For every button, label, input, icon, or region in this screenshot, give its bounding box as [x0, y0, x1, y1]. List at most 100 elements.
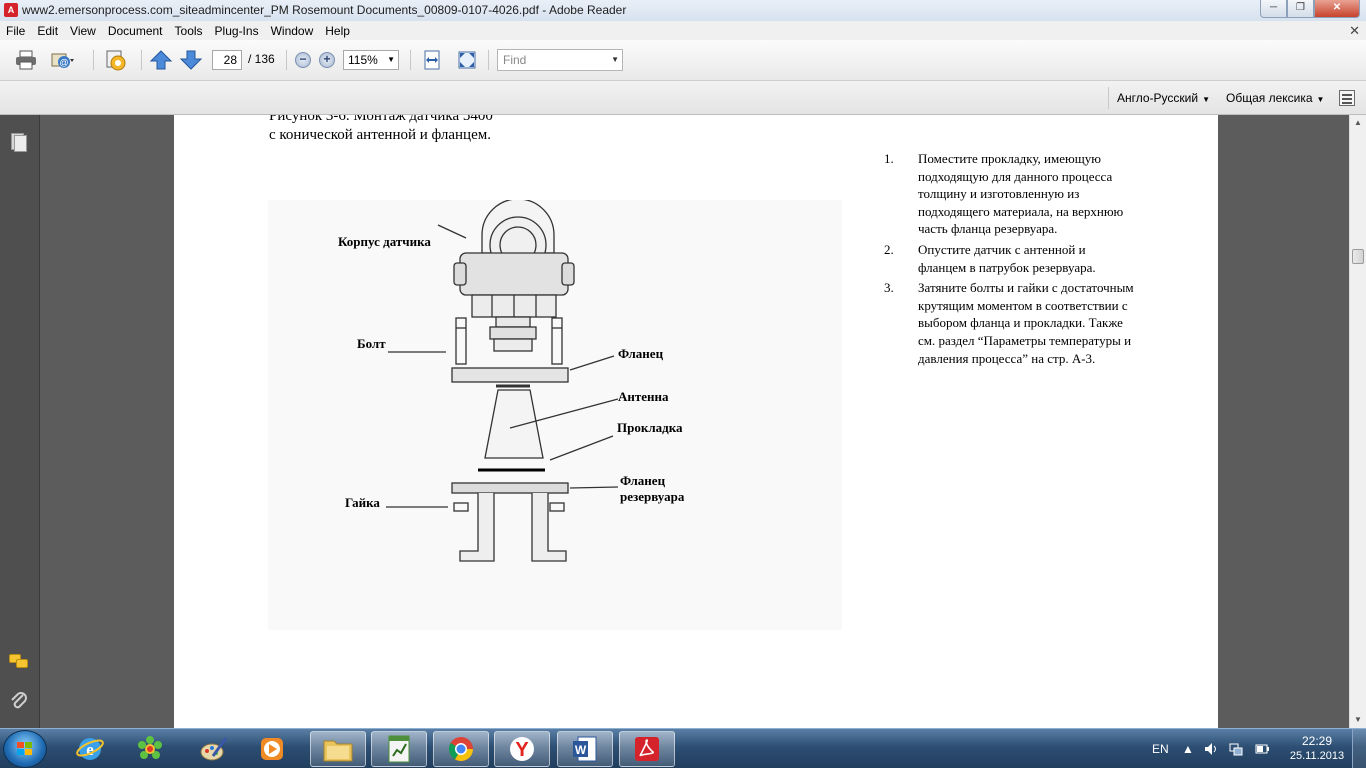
label-tank-flange-line-2: резервуара	[620, 489, 685, 504]
dictionary-vocabulary: Общая лексика	[1226, 91, 1313, 105]
list-item: 3. Затяните болты и гайки с достаточным …	[884, 279, 1134, 367]
label-gasket: Прокладка	[617, 420, 683, 435]
step-number: 1.	[884, 151, 894, 166]
toolbar: @ 28 / 136 − + 115% ▼	[0, 40, 1366, 81]
volume-icon[interactable]	[1203, 729, 1219, 768]
caption-line-1: Рисунок 3-6. Монтаж датчика 5400	[269, 115, 493, 124]
step-text: Затяните болты и гайки с достаточным кру…	[918, 280, 1134, 366]
full-screen-icon[interactable]	[455, 49, 479, 71]
file-explorer-icon[interactable]	[310, 731, 366, 767]
scroll-up-icon[interactable]: ▲	[1350, 115, 1366, 131]
label-antenna: Антенна	[618, 389, 669, 404]
menu-file[interactable]: File	[0, 24, 31, 38]
project-icon[interactable]	[371, 731, 427, 767]
dictionary-language: Англо-Русский	[1117, 91, 1199, 105]
find-input[interactable]: Find ▼	[497, 49, 623, 71]
label-tank-flange-line-1: Фланец	[620, 473, 666, 488]
step-number: 3.	[884, 280, 894, 296]
dictionary-language-select[interactable]: Англо-Русский ▼	[1117, 91, 1210, 105]
share-icon[interactable]	[104, 49, 128, 71]
internet-explorer-icon[interactable]: e	[62, 731, 118, 767]
mounting-figure: Корпус датчика Болт Фланец Антенна Прокл…	[268, 198, 842, 630]
zoom-in-icon[interactable]: +	[319, 52, 335, 74]
print-icon[interactable]	[14, 49, 38, 71]
vertical-scrollbar[interactable]: ▲ ▼	[1349, 115, 1366, 728]
svg-text:Y: Y	[515, 739, 529, 761]
menu-edit[interactable]: Edit	[31, 24, 64, 38]
show-desktop-button[interactable]	[1352, 729, 1366, 768]
taskbar: e Y W EN ▲ 22:29 25.11.2013	[0, 728, 1366, 768]
pages-icon[interactable]	[9, 132, 29, 152]
mounting-drawing	[386, 198, 619, 562]
step-number: 2.	[884, 241, 894, 257]
label-housing: Корпус датчика	[338, 234, 431, 249]
list-item: 1. Поместите прокладку, имеющую подходящ…	[884, 150, 1134, 238]
navigation-pane	[0, 115, 40, 728]
svg-text:@: @	[59, 58, 68, 68]
fit-width-icon[interactable]	[420, 49, 444, 71]
menu-document[interactable]: Document	[102, 24, 169, 38]
chevron-down-icon[interactable]: ▼	[611, 50, 619, 70]
dictionary-icon[interactable]	[1339, 90, 1355, 106]
svg-text:W: W	[575, 743, 587, 757]
restore-button[interactable]: ❐	[1287, 0, 1314, 18]
page-count: / 136	[248, 52, 275, 66]
dictionary-bar: Англо-Русский ▼ Общая лексика ▼	[0, 81, 1366, 115]
installation-steps: 1. Поместите прокладку, имеющую подходящ…	[884, 150, 1134, 370]
chevron-down-icon: ▼	[387, 55, 395, 64]
network-icon[interactable]	[1228, 729, 1244, 768]
menu-view[interactable]: View	[64, 24, 102, 38]
comments-icon[interactable]	[9, 654, 29, 674]
menu-help[interactable]: Help	[319, 24, 356, 38]
chevron-down-icon: ▼	[1202, 95, 1210, 104]
close-document-icon[interactable]: ✕	[1349, 23, 1360, 39]
label-nut: Гайка	[345, 495, 380, 510]
menu-tools[interactable]: Tools	[169, 24, 209, 38]
adobe-reader-icon[interactable]	[619, 731, 675, 767]
prev-page-icon[interactable]	[149, 49, 173, 71]
document-view[interactable]: Рисунок 3-6. Монтаж датчика 5400 с конич…	[40, 115, 1349, 728]
yandex-browser-icon[interactable]: Y	[494, 731, 550, 767]
windows-logo-icon	[17, 742, 33, 757]
media-player-icon[interactable]	[244, 731, 300, 767]
clock-date: 25.11.2013	[1289, 750, 1345, 762]
figure-caption: Рисунок 3-6. Монтаж датчика 5400 с конич…	[269, 115, 493, 145]
menu-window[interactable]: Window	[265, 24, 320, 38]
zoom-select[interactable]: 115% ▼	[343, 50, 399, 70]
label-flange: Фланец	[618, 346, 664, 361]
step-text: Опустите датчик с антенной и фланцем в п…	[918, 241, 1096, 275]
find-placeholder: Find	[503, 53, 527, 67]
minimize-button[interactable]: ─	[1260, 0, 1287, 18]
menu-bar: File Edit View Document Tools Plug-Ins W…	[0, 21, 1366, 40]
paint-icon[interactable]	[186, 731, 242, 767]
zoom-out-icon[interactable]: −	[295, 52, 311, 74]
clock-time: 22:29	[1301, 734, 1333, 748]
show-hidden-icons-icon[interactable]: ▲	[1182, 729, 1194, 768]
chevron-down-icon: ▼	[1316, 95, 1325, 104]
word-icon[interactable]: W	[557, 731, 613, 767]
mail-icon[interactable]: @	[50, 49, 74, 71]
title-bar: A www2.emersonprocess.com_siteadmincente…	[0, 0, 1366, 21]
menu-plug-ins[interactable]: Plug-Ins	[209, 24, 265, 38]
list-item: 2. Опустите датчик с антенной и фланцем …	[884, 241, 1134, 276]
label-bolt: Болт	[357, 336, 386, 351]
power-icon[interactable]	[1254, 729, 1270, 768]
language-indicator[interactable]: EN	[1152, 729, 1169, 768]
icq-icon[interactable]	[122, 731, 178, 767]
scroll-thumb[interactable]	[1352, 249, 1364, 264]
page-number-input[interactable]: 28	[212, 50, 242, 70]
scroll-down-icon[interactable]: ▼	[1350, 712, 1366, 728]
caption-line-2: с конической антенной и фланцем.	[269, 127, 491, 143]
system-clock[interactable]: 22:29 25.11.2013	[1286, 734, 1348, 764]
adobe-reader-icon: A	[4, 3, 18, 17]
zoom-value: 115%	[348, 53, 378, 67]
pdf-page: Рисунок 3-6. Монтаж датчика 5400 с конич…	[174, 115, 1218, 728]
next-page-icon[interactable]	[179, 49, 203, 71]
window-controls: ─ ❐ ✕	[1260, 0, 1360, 18]
attachments-icon[interactable]	[9, 690, 29, 710]
close-button[interactable]: ✕	[1314, 0, 1360, 18]
start-button[interactable]	[3, 730, 47, 768]
window-title: www2.emersonprocess.com_siteadmincenter_…	[22, 3, 627, 17]
dictionary-vocabulary-select[interactable]: Общая лексика ▼	[1226, 91, 1324, 105]
chrome-icon[interactable]	[433, 731, 489, 767]
